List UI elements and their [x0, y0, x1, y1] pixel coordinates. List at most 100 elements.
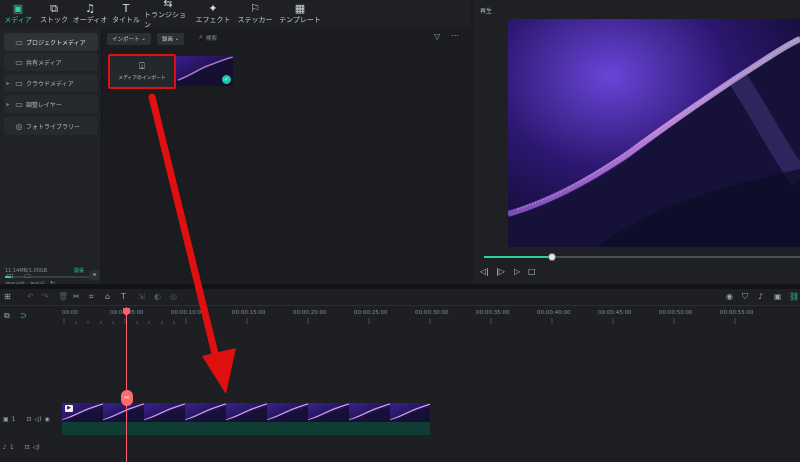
ruler-label: 00:00:50:00 [659, 310, 693, 316]
more-options-icon[interactable]: ⋯ [451, 31, 459, 40]
tag-icon[interactable]: ⌂ [105, 292, 110, 301]
particle-wave-frame [508, 19, 800, 247]
tab-audio[interactable]: ♫ オーディオ [72, 0, 108, 28]
ruler-label: 00:00 [62, 310, 78, 316]
tab-label: テンプレート [279, 16, 321, 24]
top-toolbar: ▣ メディア ⧉ ストック ♫ オーディオ T タイトル ⇆ トランジション ✦ エフェクト… [0, 0, 470, 29]
import-media-button[interactable]: ⍗ メディアのインポート [108, 54, 176, 89]
redo-icon[interactable]: ↷ [42, 292, 49, 301]
timeline-toolbar: ⊞ ↶ ↷ 🗑 ✂ ⌗ ⌂ T ⇲ ◐ ◎ ◉ ⛉ ♪ ▣ ⛓ [0, 289, 800, 306]
sidebar-item-shared-media[interactable]: ▭ 共有メディア [4, 53, 98, 71]
video-clip[interactable]: ▶ [62, 403, 430, 435]
import-dropdown-label: インポート [112, 37, 140, 43]
title-icon: T [122, 2, 130, 15]
resize-icon[interactable]: ⇲ [138, 292, 145, 301]
scissors-icon[interactable]: ✂ [121, 390, 133, 406]
tab-title[interactable]: T タイトル [108, 0, 144, 28]
tab-stock[interactable]: ⧉ ストック [36, 0, 72, 28]
stop-icon[interactable]: □ [528, 267, 536, 276]
render-icon[interactable]: ◉ [726, 292, 733, 301]
audio-track-header: ♪ 1 ⊡ ◁) [0, 440, 60, 454]
stock-icon: ⧉ [50, 2, 58, 15]
import-icon: ⍗ [139, 62, 145, 72]
add-track-icon[interactable]: ⧉ [4, 311, 10, 321]
sidebar-item-adjustment-layer[interactable]: ▸ ▭ 調整レイヤー [4, 95, 98, 113]
ruler-label: 00:00:25:00 [354, 310, 388, 316]
filter-icon[interactable]: ▽ [434, 32, 440, 41]
import-media-label: メディアのインポート [118, 76, 166, 81]
tab-sticker[interactable]: ⚐ ステッカー [234, 0, 276, 28]
clip-audio-strip [62, 422, 430, 435]
folder-icon: ▭ [15, 57, 23, 67]
preview-video[interactable] [508, 19, 800, 247]
ruler-label: 00:00:40:00 [537, 310, 571, 316]
record-dropdown-label: 録画 [162, 37, 174, 43]
speaker-icon[interactable]: ◁) [33, 444, 40, 451]
tab-label: メディア [4, 16, 32, 24]
timeline-ruler[interactable]: 00:00 00:00:05:00 00:00:10:00 00:00:15:0… [58, 310, 800, 324]
next-frame-icon[interactable]: |▷ [496, 267, 505, 276]
tab-label: タイトル [112, 16, 140, 24]
scrubber-handle[interactable] [548, 253, 556, 261]
play-icon: ▶ [65, 405, 73, 412]
sidebar-item-label: 共有メディア [26, 59, 62, 67]
snapshot-icon[interactable]: ▣ [774, 292, 782, 301]
folder-icon[interactable]: ▭ [24, 271, 32, 280]
media-thumbnail[interactable]: ✓ [174, 56, 233, 86]
import-dropdown[interactable]: インポート ⌄ [107, 33, 151, 45]
link-icon[interactable]: ⛓ [789, 292, 799, 301]
sidebar-item-label: 調整レイヤー [26, 101, 62, 109]
storage-bar [5, 276, 93, 278]
ruler-label: 00:00:30:00 [415, 310, 449, 316]
sidebar-item-cloud-media[interactable]: ▸ ▭ クラウドメディア [4, 74, 98, 92]
tab-label: エフェクト [195, 16, 231, 24]
layout-icon[interactable]: ⊞ [4, 292, 11, 301]
sidebar-item-project-media[interactable]: ▭ プロジェクトメディア [4, 33, 98, 51]
tab-template[interactable]: ▦ テンプレート [276, 0, 324, 28]
color-icon[interactable]: ◐ [154, 292, 161, 301]
sidebar-item-photo-library[interactable]: ◎ フォトライブラリー [4, 117, 98, 135]
effect-icon: ✦ [208, 2, 218, 15]
crop-icon[interactable]: ⌗ [89, 292, 94, 302]
media-sidebar: ▭ プロジェクトメディア ▭ 共有メディア ▸ ▭ クラウドメディア ▸ ▭ 調整レイヤー … [0, 28, 102, 288]
shield-icon[interactable]: ⛉ [742, 292, 748, 302]
new-folder-icon[interactable]: ▭ [6, 271, 14, 280]
text-icon[interactable]: T [121, 292, 126, 301]
previous-frame-icon[interactable]: ◁| [480, 267, 489, 276]
tab-effect[interactable]: ✦ エフェクト [192, 0, 234, 28]
tab-media[interactable]: ▣ メディア [0, 0, 36, 28]
preview-title: 再生 [480, 8, 493, 15]
record-dropdown[interactable]: 録画 ⌄ [157, 33, 185, 45]
speaker-icon[interactable]: ◁) [35, 416, 42, 423]
tab-transition[interactable]: ⇆ トランジション [144, 0, 192, 29]
template-icon: ▦ [294, 2, 306, 15]
ruler-label: 00:00:10:00 [171, 310, 205, 316]
media-panel: インポート ⌄ 録画 ⌄ ⌕ 検索 ▽ ⋯ ✓ ⍗ メディアのインポート [103, 28, 470, 284]
collapse-sidebar-icon[interactable]: ◂ [89, 270, 99, 280]
search-field[interactable]: ⌕ 検索 [199, 33, 217, 42]
lock-icon[interactable]: ⊡ [25, 444, 30, 451]
delete-icon[interactable]: 🗑 [58, 292, 68, 301]
play-icon[interactable]: ▷ [514, 267, 520, 276]
microphone-icon[interactable]: ♪ [758, 292, 763, 301]
undo-icon[interactable]: ↶ [27, 292, 34, 301]
sidebar-item-label: プロジェクトメディア [26, 39, 86, 47]
app-window: ▣ メディア ⧉ ストック ♫ オーディオ T タイトル ⇆ トランジション ✦ エフェクト… [0, 0, 800, 462]
storage-upgrade-link[interactable]: 拡張 [74, 267, 84, 274]
photo-library-icon: ◎ [15, 121, 23, 131]
speed-icon[interactable]: ◎ [170, 292, 177, 301]
clip-filmstrip [62, 403, 430, 422]
eye-icon[interactable]: ◉ [45, 416, 50, 423]
split-icon[interactable]: ✂ [73, 292, 80, 301]
music-note-icon: ♪ [3, 443, 7, 451]
lock-icon[interactable]: ⊡ [27, 416, 32, 423]
sticker-icon: ⚐ [250, 2, 260, 15]
magnet-icon[interactable]: ⊃ [20, 311, 27, 320]
folder-icon: ▭ [15, 78, 23, 88]
ruler-label: 00:00:15:00 [232, 310, 266, 316]
checkmark-icon: ✓ [222, 75, 231, 84]
playhead-line[interactable] [126, 307, 127, 462]
folder-icon: ▭ [15, 99, 23, 109]
timeline-panel: ⊞ ↶ ↷ 🗑 ✂ ⌗ ⌂ T ⇲ ◐ ◎ ◉ ⛉ ♪ ▣ ⛓ ⧉ ⊃ 00:0… [0, 289, 800, 462]
search-input[interactable]: 検索 [206, 34, 217, 42]
